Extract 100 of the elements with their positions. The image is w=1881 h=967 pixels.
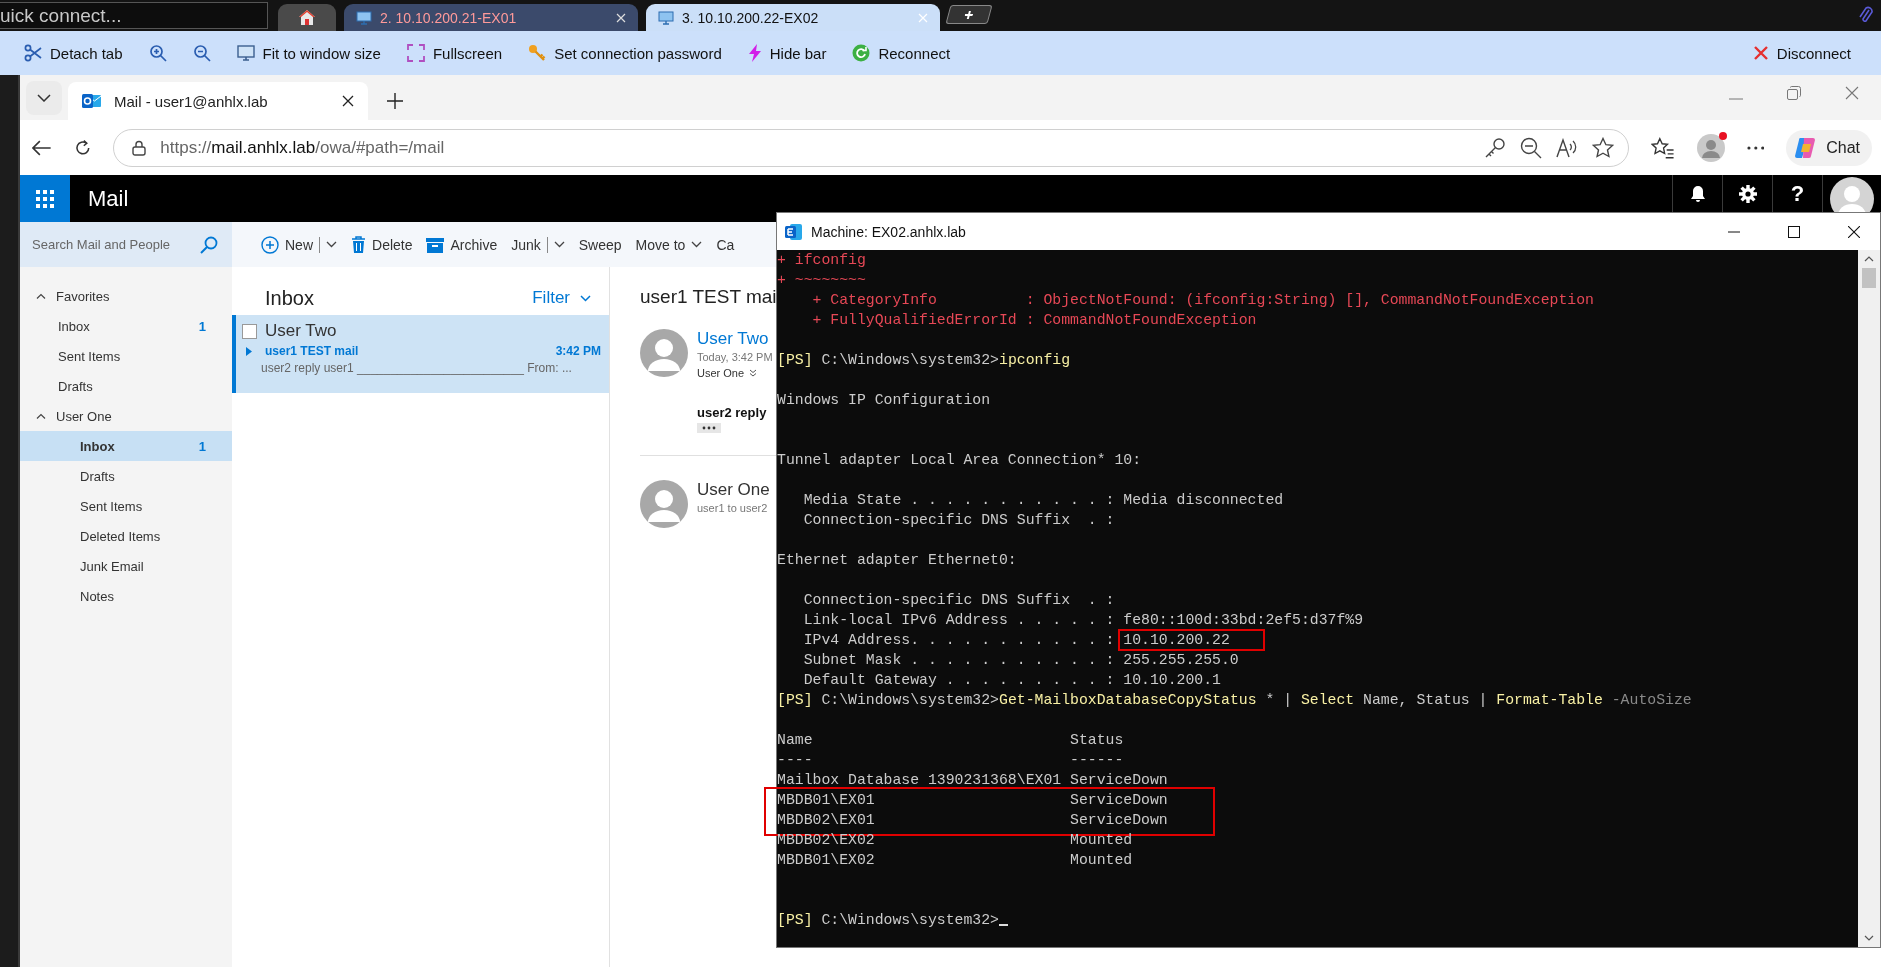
lock-icon: [132, 139, 147, 156]
zoom-out-icon[interactable]: [192, 44, 211, 62]
terminal-line: MBDB01\EX01 ServiceDown: [777, 792, 1168, 808]
favorites-icon[interactable]: [1651, 136, 1675, 159]
terminal-line: Link-local IPv6 Address . . . . . : fe80::100d:33bd:2ef5:d37f%9: [802, 612, 1364, 628]
browser-tab[interactable]: Mail - user1@anhlx.lab: [68, 82, 368, 120]
search-box[interactable]: Search Mail and People: [20, 222, 232, 267]
terminal-line: MBDB02\EX01 ServiceDown: [777, 812, 1168, 828]
tab-list-button[interactable]: [26, 81, 62, 115]
terminal-line: Media State . . . . . . . . . . . : Media disconnected: [802, 492, 1284, 508]
terminal-line: MBDB02\EX02 Mounted: [777, 832, 1133, 848]
double-chevron-icon: [749, 369, 758, 377]
toolbar-button[interactable]: Fullscreen: [406, 44, 503, 62]
paperclip-icon[interactable]: [1859, 5, 1873, 25]
new-tab-button[interactable]: [945, 5, 993, 24]
avatar-icon: [640, 329, 688, 377]
trash-icon: [351, 235, 366, 254]
back-arrow-icon[interactable]: [32, 139, 52, 156]
toolbar-button[interactable]: Fit to window size: [236, 44, 381, 62]
terminal-line: Subnet Mask . . . . . . . . . . . : 255.255.255.0: [802, 652, 1239, 668]
disconnect-button[interactable]: Disconnect: [1752, 44, 1851, 62]
command-button[interactable]: Move to: [635, 236, 703, 253]
folder-item[interactable]: Junk Email: [20, 551, 232, 581]
folder-item[interactable]: Sent Items: [20, 491, 232, 521]
scroll-down-icon[interactable]: [1864, 935, 1874, 941]
filter-button[interactable]: Filter: [532, 288, 591, 308]
minimize-icon[interactable]: [1728, 230, 1740, 233]
remote-tab[interactable]: [278, 4, 336, 31]
remote-tab[interactable]: 3. 10.10.200.22-EX02: [646, 4, 940, 31]
folder-item[interactable]: Notes: [20, 581, 232, 611]
folder-item[interactable]: Deleted Items: [20, 521, 232, 551]
chevron-down-icon: [691, 241, 703, 248]
toolbar-button[interactable]: Detach tab: [24, 44, 123, 62]
more-icon[interactable]: [1746, 145, 1765, 150]
close-icon[interactable]: [342, 95, 354, 107]
command-button[interactable]: Delete: [351, 235, 413, 254]
remote-tab[interactable]: 2. 10.10.200.21-EX01: [344, 4, 638, 31]
toolbar-button[interactable]: Set connection password: [528, 44, 722, 62]
terminal-line: Default Gateway . . . . . . . . . : 10.10.200.1: [802, 672, 1221, 688]
fullscreen-icon: [406, 44, 425, 62]
folder-group-header[interactable]: Favorites: [20, 281, 232, 311]
toolbar-button[interactable]: Hide bar: [747, 44, 827, 62]
terminal-line: + ifconfig: [777, 252, 866, 268]
command-button[interactable]: Junk: [511, 236, 565, 253]
terminal-line: MBDB01\EX02 Mounted: [777, 852, 1133, 868]
folder-item[interactable]: Sent Items: [20, 341, 232, 371]
star-icon[interactable]: [1592, 136, 1614, 159]
caret-right-icon[interactable]: [246, 346, 252, 356]
scrollbar[interactable]: [1858, 250, 1880, 947]
key-icon[interactable]: [1484, 136, 1506, 159]
message-time: 3:42 PM: [555, 344, 601, 358]
command-button[interactable]: Sweep: [578, 236, 622, 253]
mail-app-icon: [82, 92, 102, 110]
close-icon[interactable]: [1848, 225, 1860, 238]
restore-icon[interactable]: [1787, 86, 1801, 100]
checkbox[interactable]: [242, 323, 257, 339]
zoom-out-icon[interactable]: [1520, 136, 1542, 159]
command-button[interactable]: Archive: [426, 236, 498, 253]
refresh-icon[interactable]: [73, 138, 92, 157]
sender-name[interactable]: User Two: [697, 329, 773, 349]
app-launcher-button[interactable]: [20, 175, 70, 222]
more-button[interactable]: [697, 423, 721, 433]
sender-name: User One: [697, 480, 770, 500]
chat-button[interactable]: Chat: [1786, 129, 1872, 166]
waffle-icon: [36, 189, 54, 208]
read-aloud-icon[interactable]: [1556, 137, 1578, 158]
message-preview: user2 reply user1 _________________________ From: ...: [260, 361, 572, 375]
message-title: user1 TEST mai: [640, 285, 776, 309]
monitor-icon: [658, 10, 674, 25]
scroll-up-icon[interactable]: [1864, 256, 1874, 262]
search-field[interactable]: Search Mail and People: [32, 237, 200, 252]
command-button[interactable]: Ca: [716, 236, 735, 253]
scissors-icon: [24, 44, 42, 62]
terminal-line: Ethernet adapter Ethernet0:: [777, 552, 1017, 568]
message-subject: user1 TEST mail: [265, 344, 359, 358]
toolbar-button[interactable]: Reconnect: [852, 44, 951, 62]
quick-connect-field[interactable]: uick connect...: [0, 2, 268, 29]
recipient-name[interactable]: User One: [697, 367, 773, 379]
terminal-line: Windows IP Configuration: [777, 392, 991, 408]
new-tab-icon[interactable]: [386, 92, 404, 110]
sender-name: User Two: [265, 321, 337, 341]
plus-circle-icon: [261, 235, 279, 254]
folder-item[interactable]: Inbox 1: [20, 311, 232, 341]
search-icon[interactable]: [200, 235, 218, 254]
folder-item[interactable]: Drafts: [20, 461, 232, 491]
chevron-down-icon: [553, 241, 565, 248]
folder-group-header[interactable]: User One: [20, 401, 232, 431]
scroll-thumb[interactable]: [1862, 268, 1876, 288]
zoom-in-icon[interactable]: [148, 44, 167, 62]
chevron-down-icon: [326, 241, 337, 248]
maximize-icon[interactable]: [1788, 225, 1800, 238]
terminal-line: + CategoryInfo : ObjectNotFound: (ifconfig:String) [], CommandNotFoundException: [811, 292, 1594, 308]
message-item[interactable]: User Two user1 TEST mail 3:42 PM user2 reply user1 _________________________ From: ...: [232, 315, 609, 393]
command-button[interactable]: New: [261, 235, 337, 254]
profile-avatar[interactable]: [1696, 133, 1725, 162]
folder-item[interactable]: Drafts: [20, 371, 232, 401]
folder-title: Inbox: [265, 286, 315, 310]
terminal-line: Connection-specific DNS Suffix . :: [802, 592, 1115, 608]
folder-item[interactable]: Inbox 1: [20, 431, 232, 461]
lightning-icon: [747, 44, 762, 62]
